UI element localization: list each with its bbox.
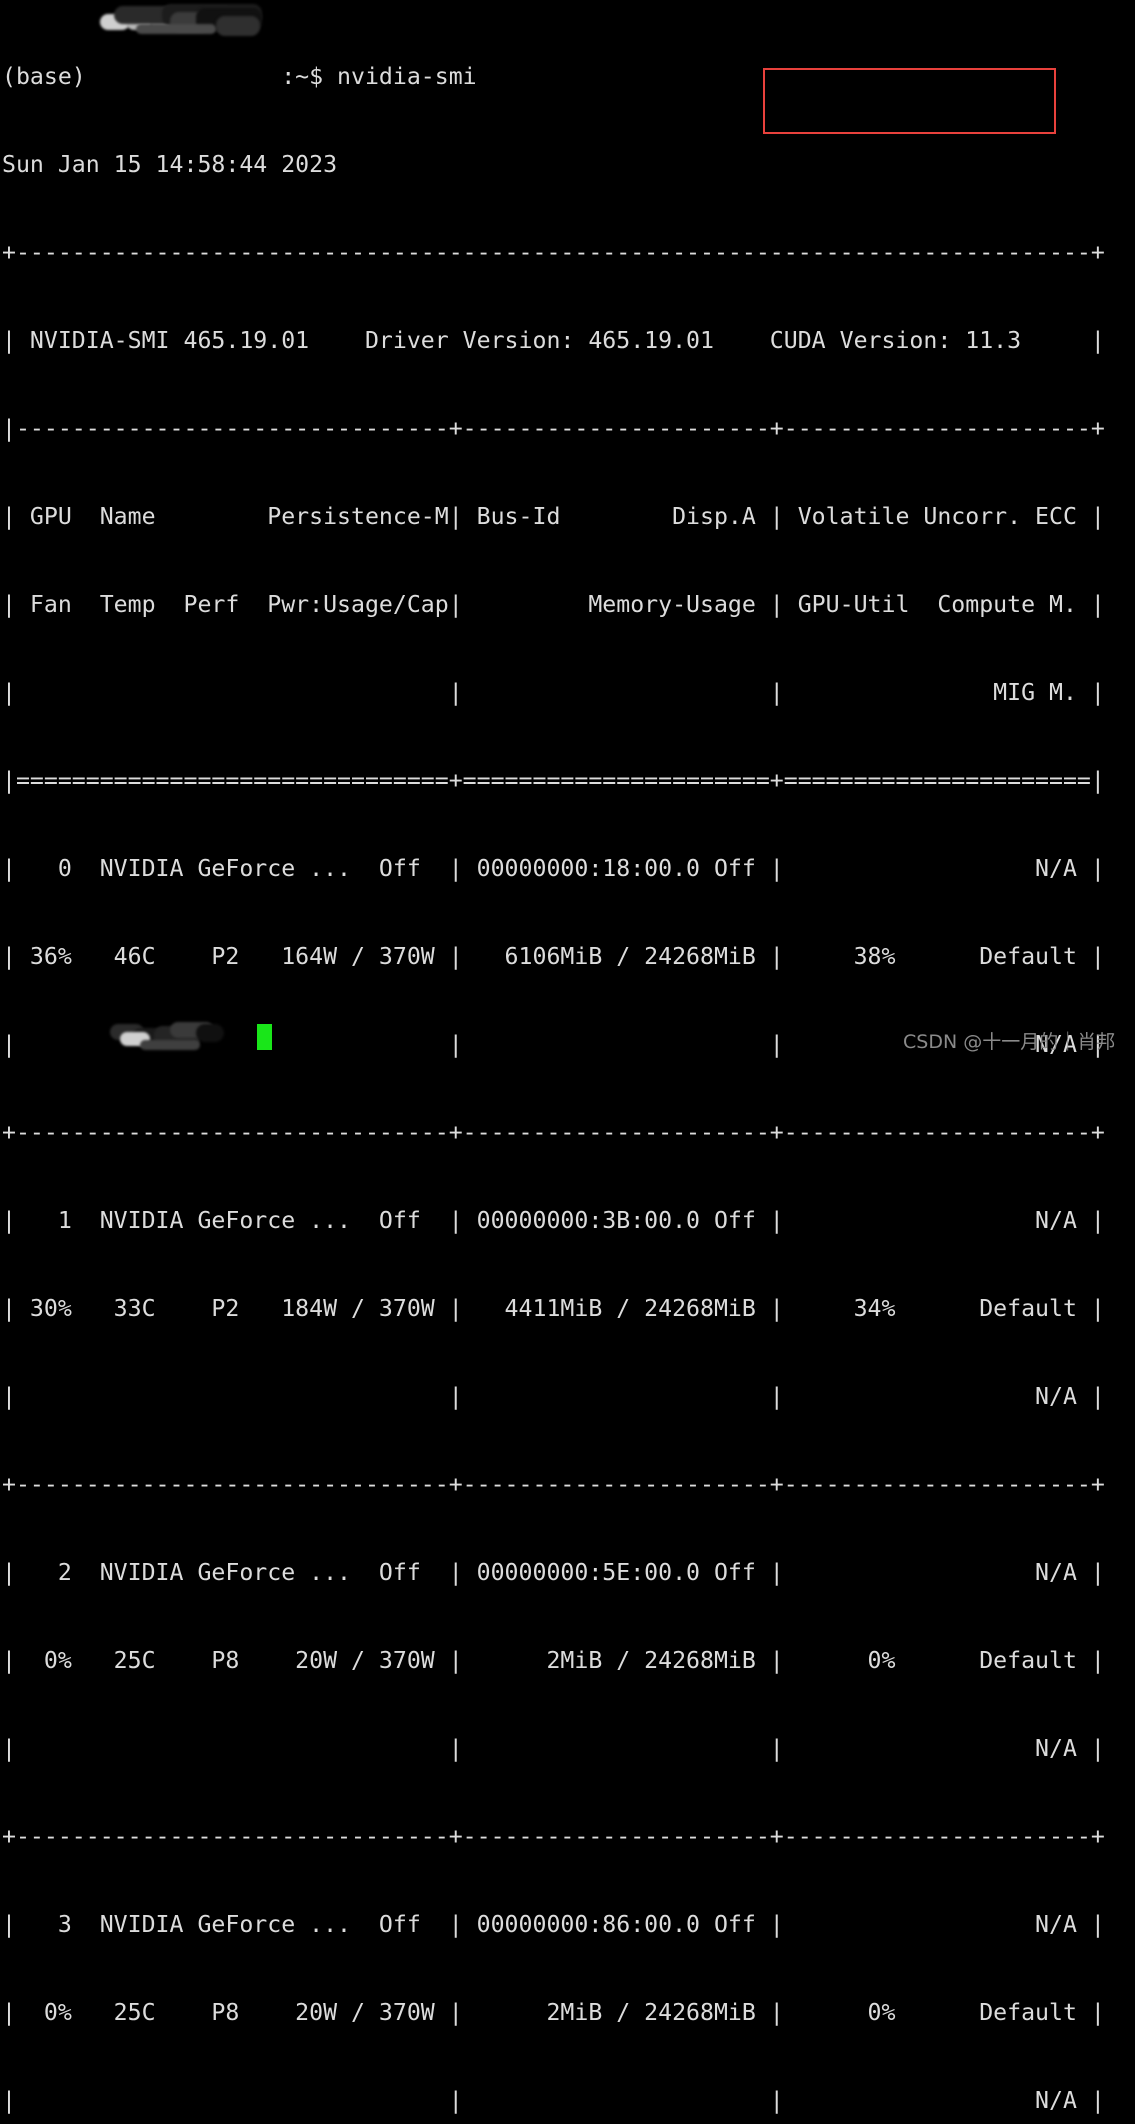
terminal-output: (base) :~$ nvidia-smi Sun Jan 15 14:58:4… [0,0,1105,2124]
gpu-row-3-line-1: | 3 NVIDIA GeForce ... Off | 00000000:86… [2,1911,1105,1939]
gpu-row-1-line-1: | 1 NVIDIA GeForce ... Off | 00000000:3B… [2,1207,1105,1235]
gpu-row-2-line-3: | | | N/A | [2,1735,1105,1763]
gpu-header-line-1: | GPU Name Persistence-M| Bus-Id Disp.A … [2,502,1105,530]
gpu-row-3-line-2: | 0% 25C P8 20W / 370W | 2MiB / 24268MiB… [2,1999,1105,2027]
gpu-header-line-2: | Fan Temp Perf Pwr:Usage/Cap| Memory-Us… [2,590,1105,618]
smi-version-line: | NVIDIA-SMI 465.19.01 Driver Version: 4… [2,326,1105,354]
gpu-row-2-line-2: | 0% 25C P8 20W / 370W | 2MiB / 24268MiB… [2,1647,1105,1675]
gpu-row-divider-1: +-------------------------------+-------… [2,1471,1105,1499]
table-divider-1: |-------------------------------+-------… [2,414,1105,442]
table-top-border: +---------------------------------------… [2,238,1105,266]
gpu-row-1-line-3: | | | N/A | [2,1383,1105,1411]
gpu-row-3-line-3: | | | N/A | [2,2087,1105,2115]
cuda-version-highlight-rect [763,68,1056,134]
timestamp-line: Sun Jan 15 14:58:44 2023 [2,150,338,178]
terminal-cursor [257,1024,272,1050]
gpu-row-0-line-2: | 36% 46C P2 164W / 370W | 6106MiB / 242… [2,943,1105,970]
gpu-row-1-line-2: | 30% 33C P2 184W / 370W | 4411MiB / 242… [2,1295,1105,1323]
gpu-header-separator: |===============================+=======… [2,766,1105,794]
gpu-row-2-line-1: | 2 NVIDIA GeForce ... Off | 00000000:5E… [2,1559,1105,1587]
csdn-watermark: CSDN @十一月的｜肖邦 [903,1031,1116,1053]
gpu-header-line-3: | | | MIG M. | [2,678,1105,706]
gpu-row-divider-0: +-------------------------------+-------… [2,1119,1105,1147]
gpu-row-0-line-1: | 0 NVIDIA GeForce ... Off | 00000000:18… [2,854,1105,882]
gpu-row-divider-2: +-------------------------------+-------… [2,1823,1105,1851]
terminal-window: (base) :~$ nvidia-smi Sun Jan 15 14:58:4… [0,0,1135,2114]
